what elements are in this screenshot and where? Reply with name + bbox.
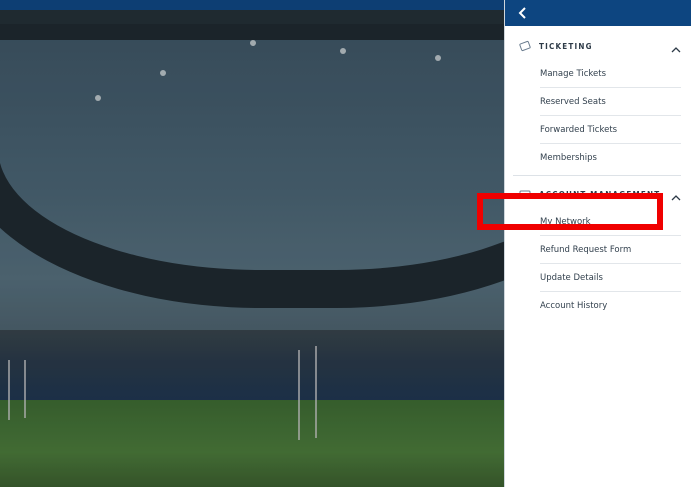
menu-item-forwarded-tickets[interactable]: Forwarded Tickets bbox=[540, 116, 681, 144]
dim-overlay bbox=[0, 24, 504, 487]
back-button[interactable] bbox=[513, 3, 533, 23]
chevron-up-icon[interactable] bbox=[671, 40, 681, 53]
menu-item-manage-tickets[interactable]: Manage Tickets bbox=[540, 60, 681, 88]
menu-item-update-details[interactable]: Update Details bbox=[540, 264, 681, 292]
panel-header bbox=[505, 0, 691, 26]
side-menu-panel: TICKETING Manage Tickets Reserved Seats … bbox=[504, 0, 691, 487]
chevron-left-icon bbox=[518, 7, 526, 19]
id-card-icon bbox=[519, 188, 531, 200]
section-ticketing[interactable]: TICKETING bbox=[505, 32, 691, 60]
menu-item-memberships[interactable]: Memberships bbox=[540, 144, 681, 171]
stadium-background bbox=[0, 0, 504, 487]
menu-item-reserved-seats[interactable]: Reserved Seats bbox=[540, 88, 681, 116]
menu-item-refund-request-form[interactable]: Refund Request Form bbox=[540, 236, 681, 264]
section-account-management[interactable]: ACCOUNT MANAGEMENT bbox=[505, 180, 691, 208]
section-title: ACCOUNT MANAGEMENT bbox=[539, 189, 661, 199]
menu-item-account-history[interactable]: Account History bbox=[540, 292, 681, 319]
chevron-up-icon[interactable] bbox=[671, 188, 681, 201]
ticket-icon bbox=[519, 40, 531, 52]
section-title: TICKETING bbox=[539, 41, 593, 51]
menu-item-my-network[interactable]: My Network bbox=[540, 208, 681, 236]
